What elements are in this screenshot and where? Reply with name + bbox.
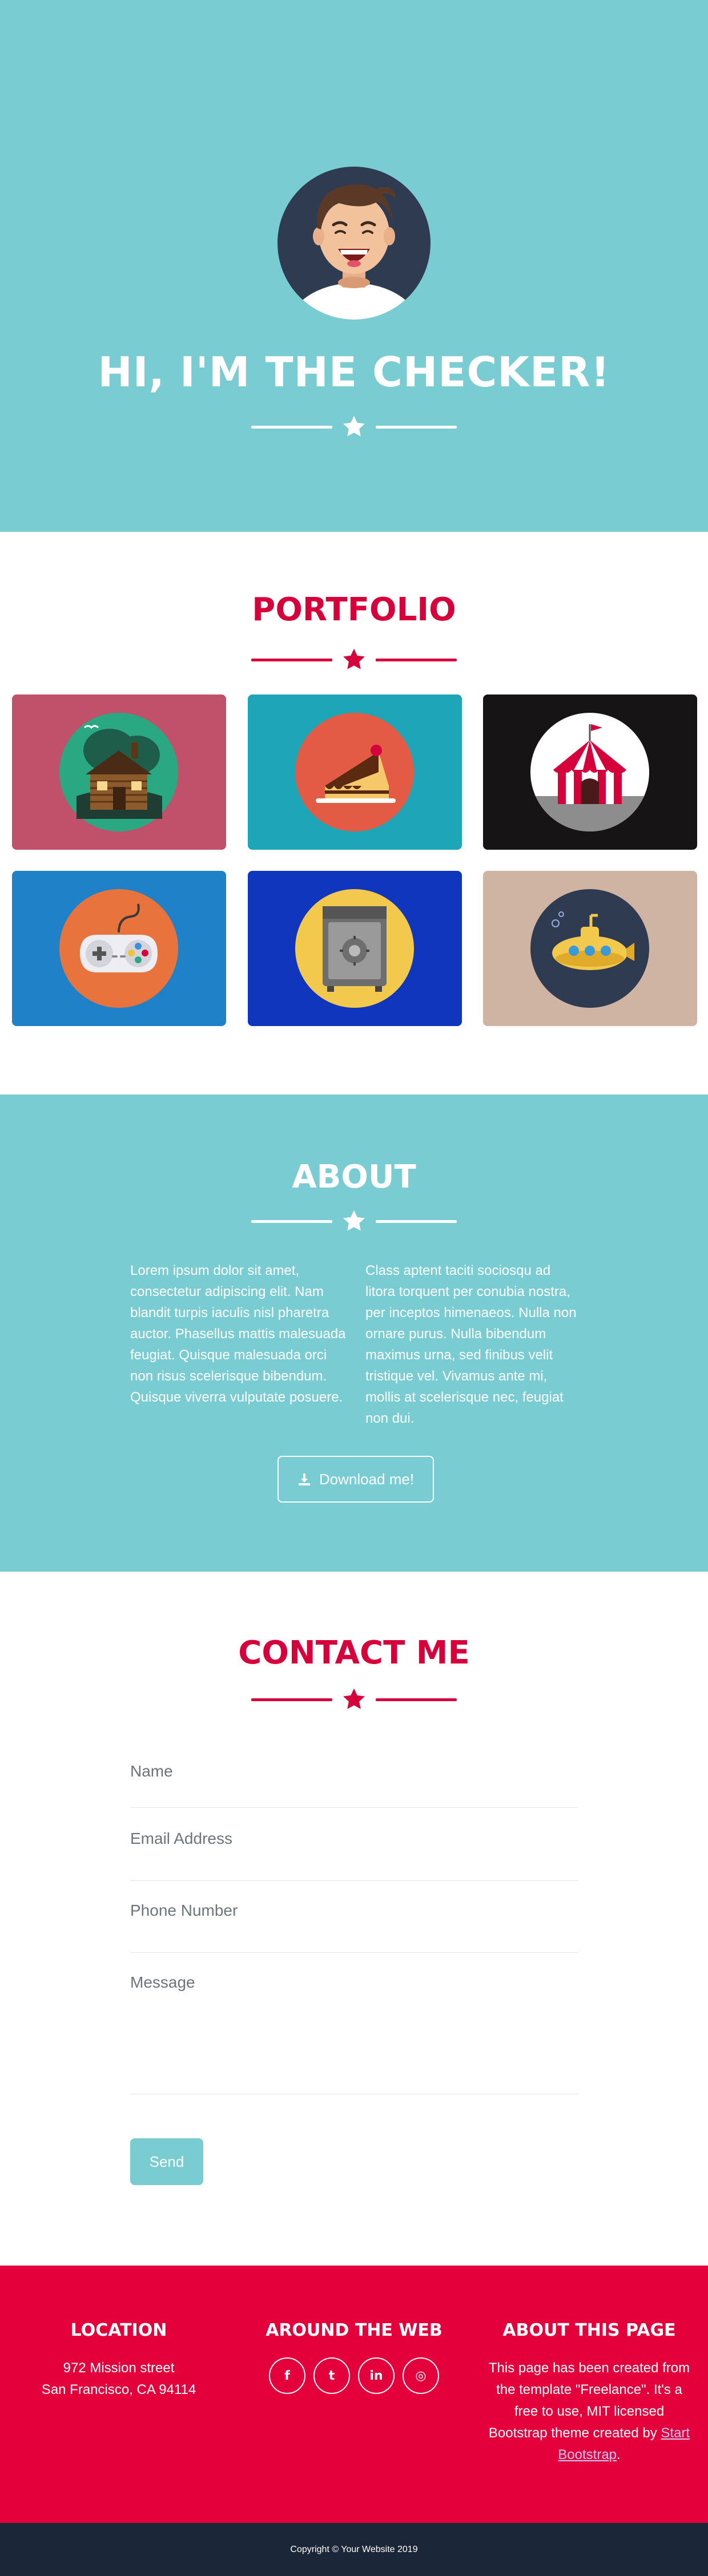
portfolio-section: PORTFOLIO (0, 532, 708, 1095)
footer-about-suffix: . (617, 2447, 621, 2462)
contact-divider (251, 1686, 457, 1713)
phone-field-wrapper (130, 1881, 578, 1953)
download-button[interactable]: Download me! (277, 1456, 434, 1503)
copyright: Copyright © Your Website 2019 (0, 2523, 708, 2576)
star-icon (343, 1688, 365, 1709)
footer-around-web: AROUND THE WEB f t in ◎ (246, 2320, 462, 2394)
footer-about-text: This page has been created from the temp… (481, 2357, 698, 2466)
linkedin-icon[interactable]: in (358, 2357, 395, 2394)
contact-section: CONTACT ME Send (0, 1572, 708, 2266)
portfolio-item-cabin[interactable] (12, 695, 226, 850)
about-section: ABOUT Lorem ipsum dolor sit amet, consec… (0, 1095, 708, 1572)
footer: LOCATION 972 Mission street San Francisc… (0, 2266, 708, 2523)
cabin-icon (59, 713, 178, 831)
masthead: HI, I'M THE CHECKER! (0, 0, 708, 532)
social-links: f t in ◎ (246, 2357, 462, 2394)
about-text-right: Class aptent taciti sociosqu ad litora t… (365, 1263, 577, 1426)
about-heading: ABOUT (292, 1158, 416, 1196)
contact-heading: CONTACT ME (238, 1634, 470, 1671)
about-divider (251, 1208, 457, 1235)
download-icon (298, 1473, 310, 1485)
download-button-label: Download me! (319, 1470, 415, 1488)
dribbble-icon[interactable]: ◎ (403, 2357, 439, 2394)
star-icon (343, 415, 365, 437)
portfolio-item-safe[interactable] (248, 871, 462, 1026)
portfolio-item-submarine[interactable] (483, 871, 697, 1026)
star-icon (343, 1210, 365, 1231)
star-icon (343, 648, 365, 669)
safe-icon (295, 889, 414, 1008)
footer-about-title: ABOUT THIS PAGE (502, 2320, 676, 2340)
name-input[interactable] (130, 1762, 578, 1780)
circus-tent-icon (530, 713, 649, 831)
about-text-left: Lorem ipsum dolor sit amet, consectetur … (130, 1263, 346, 1405)
phone-input[interactable] (130, 1901, 578, 1920)
cake-icon (295, 713, 414, 831)
portfolio-item-circus[interactable] (483, 695, 697, 850)
person-avatar-icon (277, 167, 431, 320)
game-controller-icon (59, 889, 178, 1008)
title-divider (251, 413, 457, 441)
footer-around-title: AROUND THE WEB (266, 2320, 442, 2340)
message-input[interactable] (130, 1973, 578, 2065)
page-title: HI, I'M THE CHECKER! (98, 348, 610, 396)
footer-location-title: LOCATION (70, 2320, 167, 2340)
footer-address-line1: 972 Mission street (63, 2360, 175, 2376)
send-button[interactable]: Send (130, 2138, 203, 2185)
submarine-icon (530, 889, 649, 1008)
portfolio-heading: PORTFOLIO (252, 591, 456, 628)
footer-address-line2: San Francisco, CA 94114 (41, 2382, 196, 2397)
email-input[interactable] (130, 1830, 578, 1848)
footer-about-body: This page has been created from the temp… (488, 2360, 690, 2441)
footer-location: LOCATION 972 Mission street San Francisc… (10, 2320, 227, 2401)
name-field-wrapper (130, 1757, 578, 1808)
email-field-wrapper (130, 1808, 578, 1881)
message-field-wrapper (130, 1953, 578, 2094)
footer-about-page: ABOUT THIS PAGE This page has been creat… (481, 2320, 698, 2466)
portfolio-divider (251, 646, 457, 673)
portfolio-item-controller[interactable] (12, 871, 226, 1026)
facebook-icon[interactable]: f (269, 2357, 305, 2394)
twitter-icon[interactable]: t (313, 2357, 350, 2394)
portfolio-item-cake[interactable] (248, 695, 462, 850)
